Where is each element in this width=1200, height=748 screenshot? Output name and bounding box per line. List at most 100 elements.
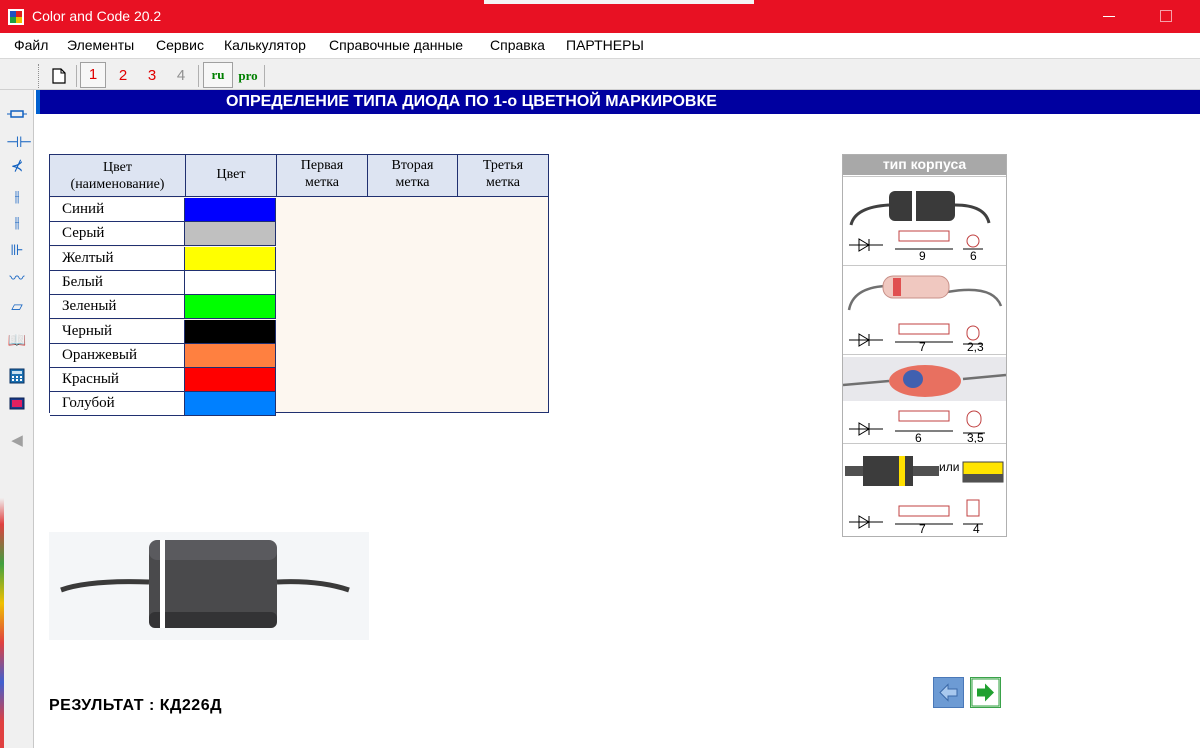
header-second-line1: Вторая (391, 158, 434, 173)
back-button[interactable] (933, 677, 964, 708)
case-type-panel: тип корпуса 9 6 7 2,3 6 3,5 или 7 4 (842, 154, 1007, 537)
result-line: РЕЗУЛЬТАТ : КД226Д (49, 697, 222, 715)
table-cell-color-name: Черный (50, 319, 185, 344)
arrow-left-icon (939, 683, 958, 702)
case-4-diameter: 4 (973, 522, 980, 536)
new-button[interactable] (48, 64, 70, 88)
table-cell-color-name: Оранжевый (50, 343, 185, 368)
book-icon[interactable]: 📖 (6, 330, 28, 350)
window-title: Color and Code 20.2 (32, 8, 162, 24)
arrow-left-icon[interactable]: ◀ (6, 430, 28, 450)
inductor-icon[interactable]: 〰 (6, 268, 28, 288)
table-cell-color-name: Голубой (50, 392, 185, 417)
case-4-or: или (939, 460, 960, 474)
menu-service[interactable]: Сервис (156, 37, 204, 53)
header-third-mark: Третья метка (458, 155, 548, 197)
case-2-diameter: 2,3 (967, 340, 984, 354)
toolbar-separator (198, 65, 199, 87)
maximize-button[interactable] (1152, 0, 1182, 33)
toolbar: 1 2 3 4 ru pro (0, 58, 1200, 90)
color-table: Цвет (наименование) Цвет Первая метка Вт… (49, 154, 549, 417)
mark-4-button[interactable]: 4 (169, 64, 193, 88)
monitor-icon[interactable] (6, 396, 28, 416)
table-cell-color-swatch[interactable] (185, 270, 276, 295)
left-toolbar: ⊣⊢ ⊀ ⫲ ⫲ ⊪ 〰 ▱ 📖 ◀ (0, 90, 34, 748)
menu-partners[interactable]: ПАРТНЕРЫ (566, 37, 644, 53)
diode-illustration (60, 540, 350, 628)
header-first-line1: Первая (300, 158, 344, 173)
menu-elements[interactable]: Элементы (67, 37, 134, 53)
header-first-mark: Первая метка (277, 155, 368, 197)
header-third-line1: Третья (482, 158, 524, 173)
result-label: РЕЗУЛЬТАТ : (49, 697, 155, 714)
table-cell-color-swatch[interactable] (185, 392, 276, 417)
diode-icon[interactable]: ⊀ (6, 156, 28, 176)
next-button[interactable] (970, 677, 1001, 708)
diode-photo (49, 532, 369, 640)
new-document-icon (52, 68, 66, 84)
toolbar-grip (38, 64, 41, 88)
case-3-drawing (843, 357, 1006, 436)
menu-help[interactable]: Справка (490, 37, 545, 53)
page-heading: ОПРЕДЕЛЕНИЕ ТИПА ДИОДА ПО 1-о ЦВЕТНОЙ МА… (36, 90, 1200, 114)
minimize-icon (1103, 16, 1115, 17)
mark-1-label: 1 (88, 66, 98, 83)
table-cell-color-swatch[interactable] (185, 246, 276, 271)
header-color-name-line1: Цвет (103, 160, 132, 175)
calculator-icon[interactable] (6, 368, 28, 388)
case-option-4[interactable]: или 7 4 (843, 443, 1006, 536)
header-first-line2: метка (305, 175, 339, 190)
mark-3-button[interactable]: 3 (140, 64, 164, 88)
title-highlight (484, 0, 754, 4)
edge-strip (0, 90, 4, 748)
app-logo-icon (8, 9, 24, 25)
table-cell-color-swatch[interactable] (185, 198, 276, 222)
case-option-2[interactable]: 7 2,3 (843, 265, 1006, 354)
table-cell-color-swatch[interactable] (185, 343, 276, 368)
table-cell-color-name: Серый (50, 222, 185, 247)
eraser-icon[interactable]: ▱ (6, 296, 28, 316)
arrow-right-icon (971, 678, 1000, 707)
case-4-length: 7 (919, 522, 926, 536)
minimize-button[interactable] (1094, 0, 1124, 33)
quartz-icon[interactable]: ⊪ (6, 240, 28, 260)
header-second-mark: Вторая метка (368, 155, 458, 197)
title-bar: Color and Code 20.2 (0, 0, 1200, 33)
table-cell-color-name: Красный (50, 368, 185, 393)
capacitor-icon[interactable]: ⊣⊢ (6, 132, 32, 152)
case-option-1[interactable]: 9 6 (843, 176, 1006, 265)
menu-calculator[interactable]: Калькулятор (224, 37, 306, 53)
table-cell-color-swatch[interactable] (185, 368, 276, 393)
resistor-icon[interactable] (6, 104, 28, 124)
result-value: КД226Д (159, 697, 222, 714)
maximize-icon (1160, 10, 1172, 22)
lang-ru-button[interactable]: ru (203, 62, 233, 88)
menu-file[interactable]: Файл (14, 37, 48, 53)
lang-pro-button[interactable]: pro (235, 64, 261, 88)
header-second-line2: метка (395, 175, 430, 190)
table-cell-color-swatch[interactable] (185, 222, 276, 247)
trimmer-capacitor-icon[interactable]: ⫲ (6, 212, 28, 232)
toolbar-separator (76, 65, 77, 87)
table-cell-color-swatch[interactable] (185, 319, 276, 344)
variable-capacitor-icon[interactable]: ⫲ (6, 186, 28, 206)
case-2-length: 7 (919, 340, 926, 354)
case-panel-title: тип корпуса (843, 155, 1006, 175)
case-1-diameter: 6 (970, 249, 977, 263)
menu-reference[interactable]: Справочные данные (329, 37, 463, 53)
header-color: Цвет (186, 155, 277, 197)
heading-text: ОПРЕДЕЛЕНИЕ ТИПА ДИОДА ПО 1-о ЦВЕТНОЙ МА… (226, 93, 717, 110)
header-color-name-line2: (наименование) (70, 177, 165, 192)
table-cell-color-swatch[interactable] (185, 295, 276, 320)
lang-ru-label: ru (211, 67, 225, 82)
mark-1-button[interactable]: 1 (80, 62, 106, 88)
table-cell-color-name: Зеленый (50, 295, 185, 320)
menu-bar: Файл Элементы Сервис Калькулятор Справоч… (0, 33, 1200, 57)
header-color-name: Цвет (наименование) (50, 155, 186, 197)
case-option-3[interactable]: 6 3,5 (843, 354, 1006, 445)
mark-2-button[interactable]: 2 (111, 64, 135, 88)
table-cell-color-name: Белый (50, 270, 185, 295)
table-cell-color-name: Желтый (50, 246, 185, 271)
heading-accent (36, 90, 40, 114)
toolbar-separator (264, 65, 265, 87)
